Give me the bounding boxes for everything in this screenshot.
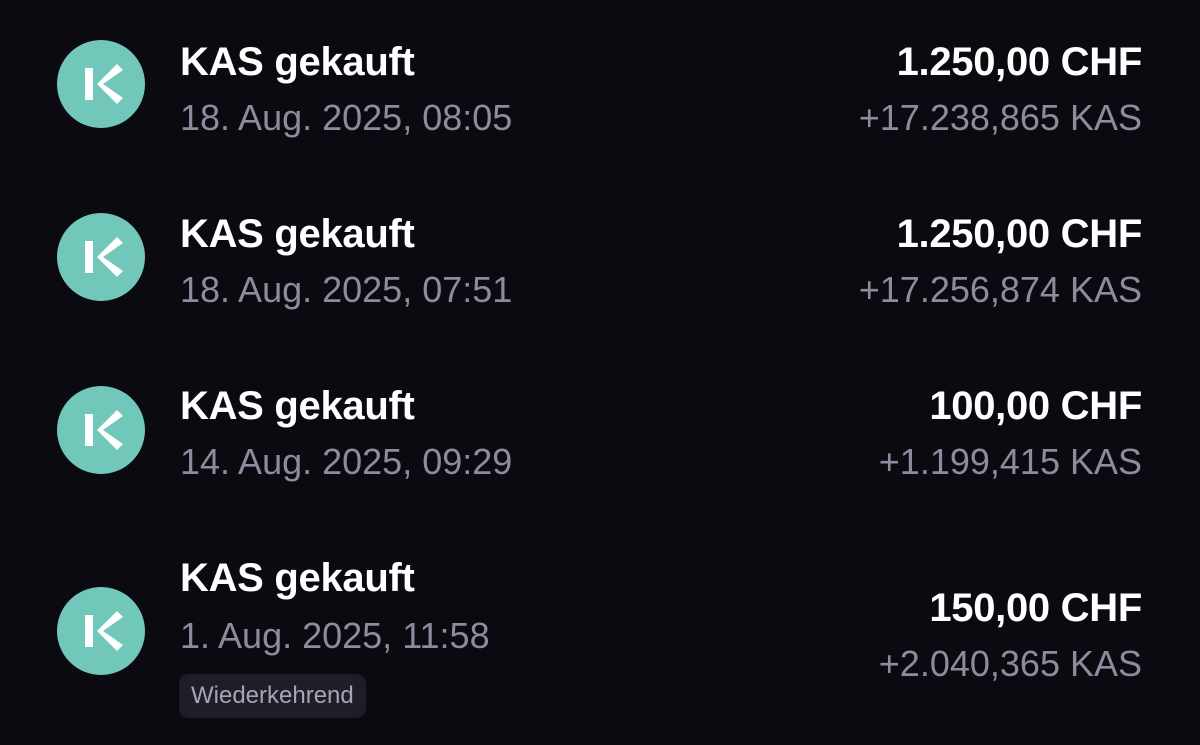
transaction-crypto-amount: +17.256,874 KAS bbox=[858, 269, 1142, 310]
kaspa-logo-icon bbox=[57, 386, 145, 474]
transaction-row[interactable]: KAS gekauft 14. Aug. 2025, 09:29 100,00 … bbox=[0, 344, 1200, 516]
transaction-row[interactable]: KAS gekauft 18. Aug. 2025, 08:05 1.250,0… bbox=[0, 0, 1200, 172]
transaction-amount: 100,00 CHF bbox=[929, 384, 1142, 428]
transaction-crypto-amount: +17.238,865 KAS bbox=[858, 97, 1142, 138]
transaction-row[interactable]: KAS gekauft 18. Aug. 2025, 07:51 1.250,0… bbox=[0, 172, 1200, 344]
kaspa-logo-icon bbox=[57, 587, 145, 675]
transaction-list: KAS gekauft 18. Aug. 2025, 08:05 1.250,0… bbox=[0, 0, 1200, 745]
transaction-title: KAS gekauft bbox=[180, 384, 415, 428]
transaction-amount: 150,00 CHF bbox=[929, 586, 1142, 630]
transaction-row[interactable]: KAS gekauft 1. Aug. 2025, 11:58 Wiederke… bbox=[0, 516, 1200, 745]
transaction-title: KAS gekauft bbox=[180, 212, 415, 256]
transaction-date: 18. Aug. 2025, 07:51 bbox=[180, 269, 513, 310]
transaction-crypto-amount: +2.040,365 KAS bbox=[878, 643, 1142, 684]
kaspa-logo-icon bbox=[57, 213, 145, 301]
transaction-date: 14. Aug. 2025, 09:29 bbox=[180, 441, 513, 482]
transaction-title: KAS gekauft bbox=[180, 40, 415, 84]
transaction-date: 18. Aug. 2025, 08:05 bbox=[180, 97, 513, 138]
kaspa-logo-icon bbox=[57, 40, 145, 128]
transaction-title: KAS gekauft bbox=[180, 556, 415, 600]
transaction-amount: 1.250,00 CHF bbox=[896, 212, 1143, 256]
transaction-date: 1. Aug. 2025, 11:58 bbox=[180, 615, 490, 656]
transaction-amount: 1.250,00 CHF bbox=[896, 40, 1143, 84]
recurring-badge: Wiederkehrend bbox=[179, 674, 366, 718]
transaction-crypto-amount: +1.199,415 KAS bbox=[878, 441, 1142, 482]
